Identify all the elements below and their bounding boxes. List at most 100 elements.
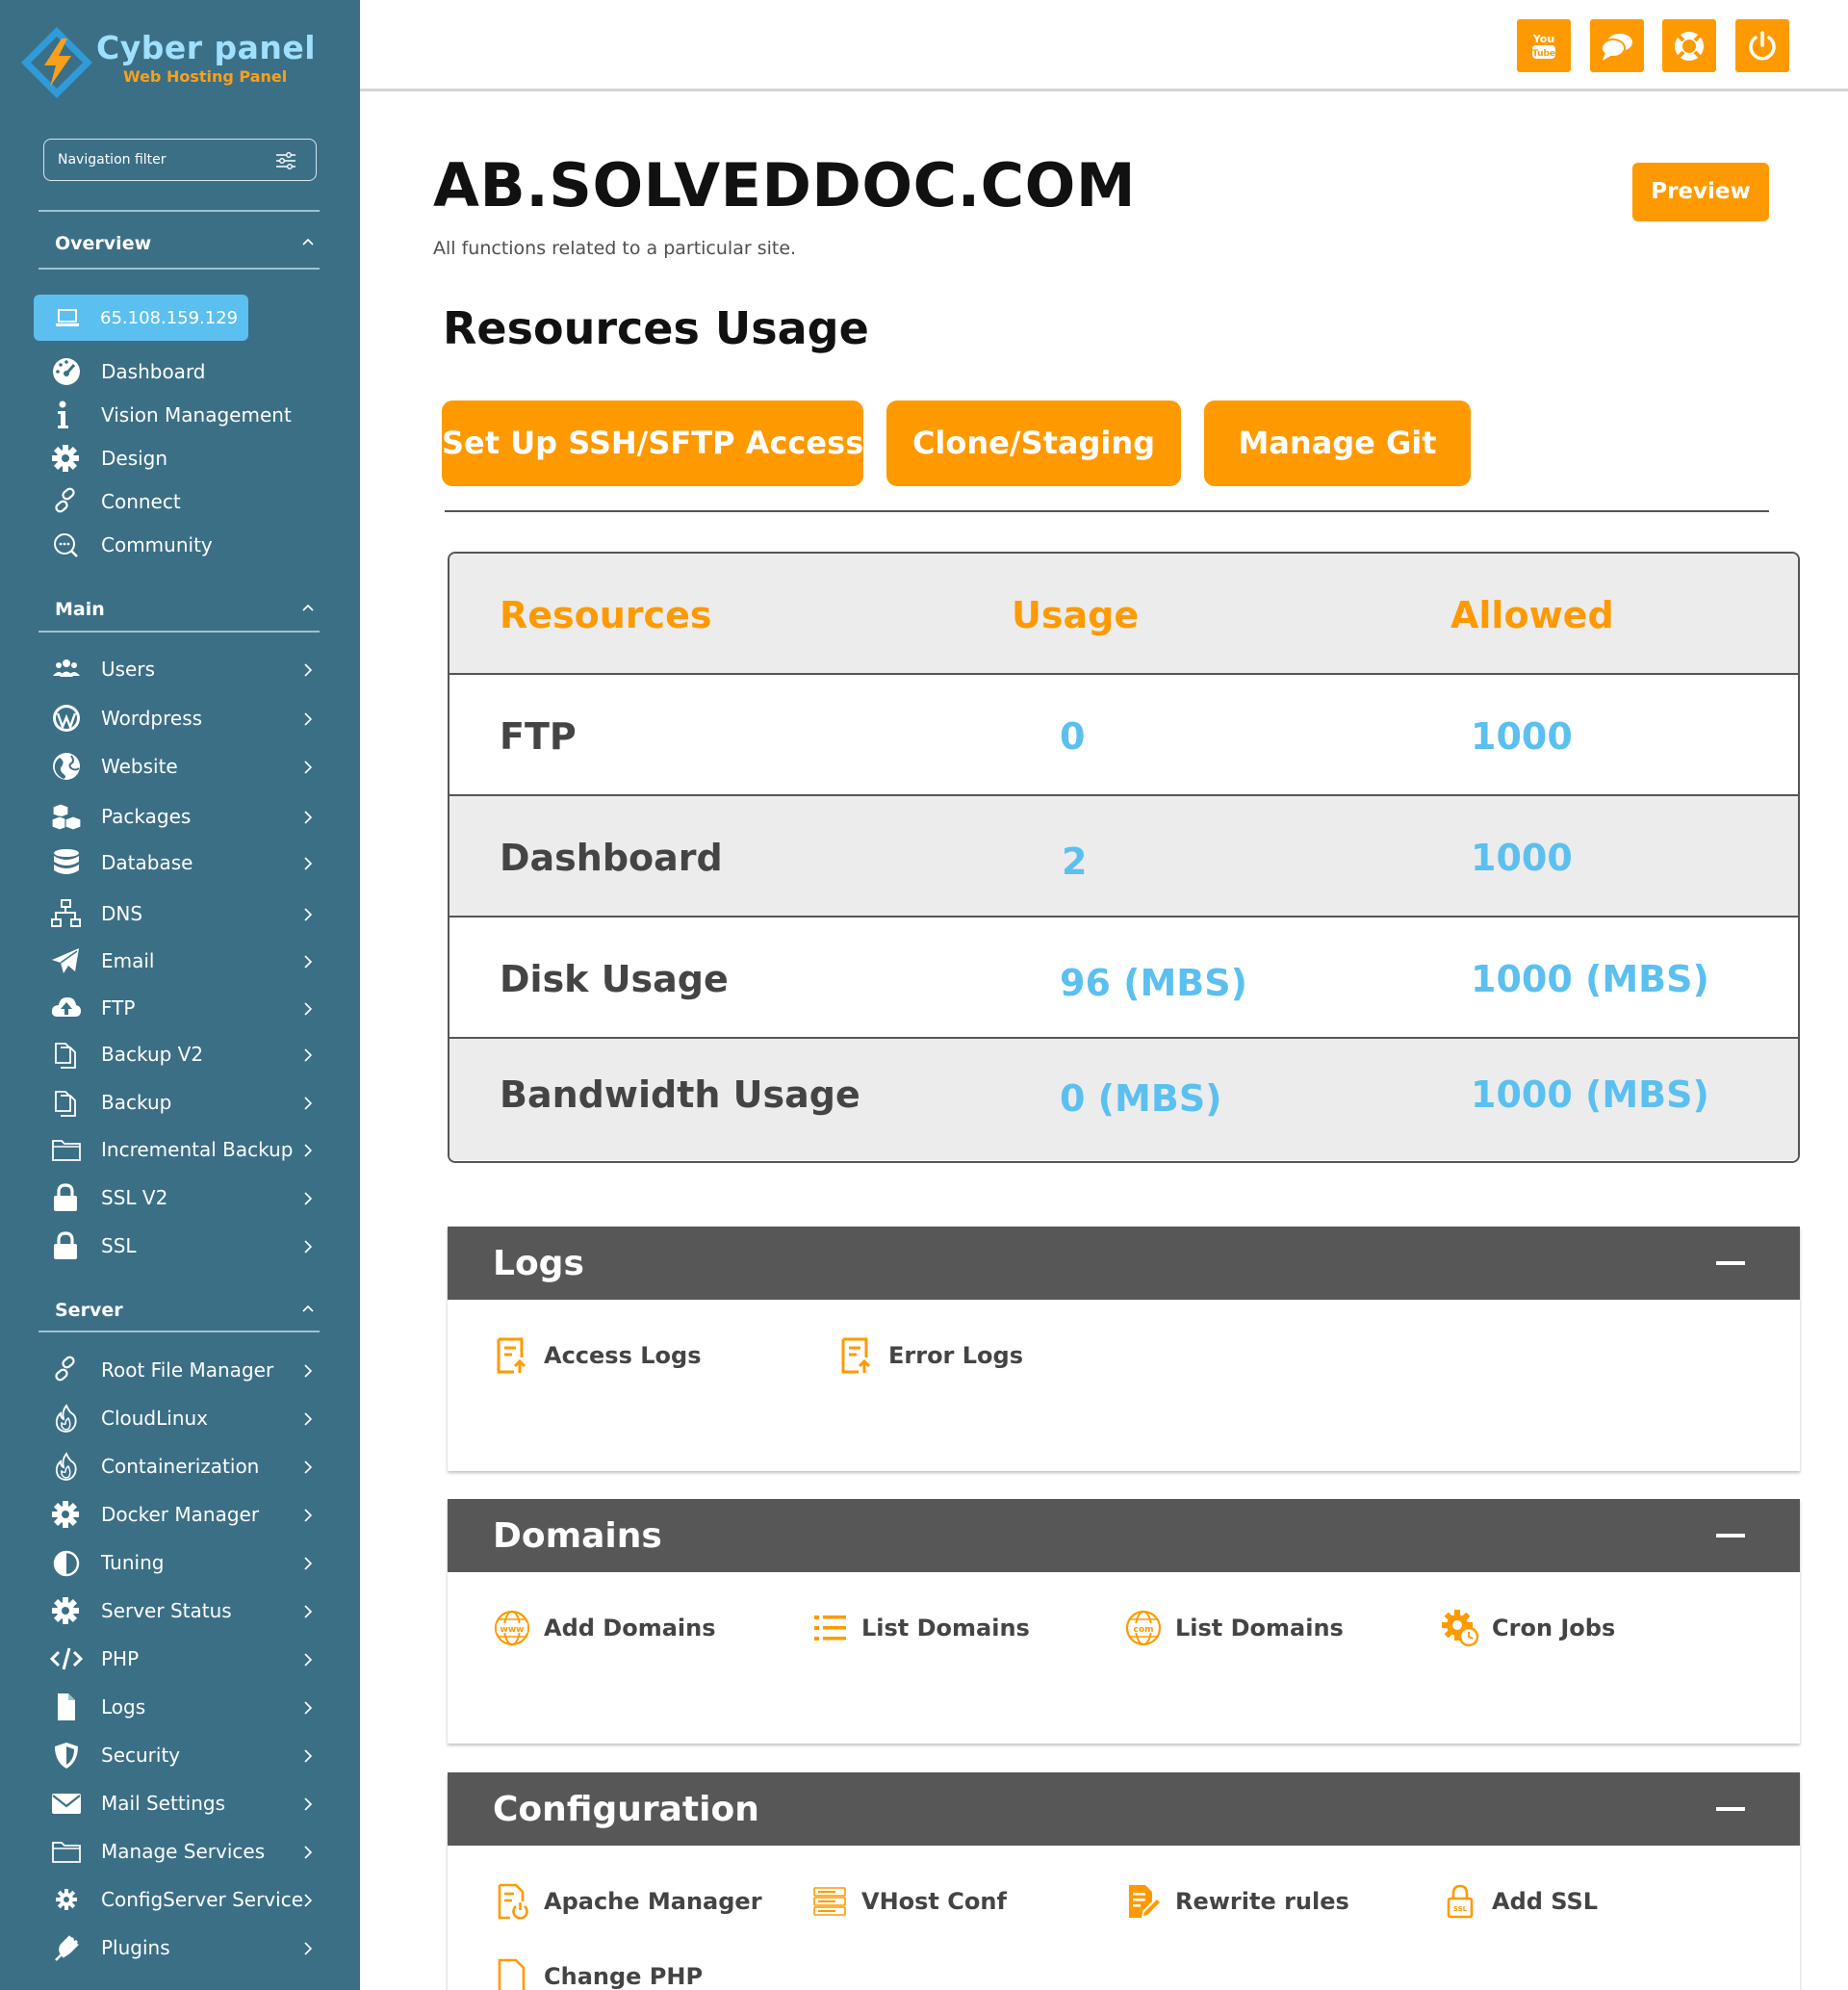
sidebar-item-wordpress[interactable]: Wordpress bbox=[50, 700, 329, 735]
sidebar-item-manage-services[interactable]: Manage Services bbox=[50, 1833, 329, 1868]
resource-name: Disk Usage bbox=[500, 958, 729, 1000]
lifebuoy-icon bbox=[1675, 32, 1704, 61]
sidebar-item-ssl-v2[interactable]: SSL V2 bbox=[50, 1179, 329, 1214]
manage-git-button[interactable]: Manage Git bbox=[1204, 401, 1471, 486]
sidebar-item-packages[interactable]: Packages bbox=[50, 798, 329, 833]
table-header-row: Resources Usage Allowed bbox=[449, 554, 1798, 675]
sidebar-item-php[interactable]: PHP bbox=[50, 1641, 329, 1675]
sidebar-item-community[interactable]: Community bbox=[50, 527, 329, 561]
chevron-up-icon[interactable] bbox=[301, 237, 315, 246]
navigation-filter-input[interactable]: Navigation filter bbox=[43, 139, 317, 181]
sidebar-item-vision-management[interactable]: Vision Management bbox=[50, 397, 329, 431]
clone-staging-button[interactable]: Clone/Staging bbox=[886, 401, 1181, 486]
copy-icon bbox=[55, 1091, 76, 1117]
sidebar-item-label: Backup V2 bbox=[101, 1043, 204, 1066]
section-title-server[interactable]: Server bbox=[55, 1300, 123, 1321]
info-icon bbox=[58, 401, 68, 428]
resource-allowed: 1000 bbox=[1471, 837, 1573, 879]
sidebar-item-database[interactable]: Database bbox=[50, 844, 329, 879]
error-logs-label: Error Logs bbox=[888, 1342, 1023, 1369]
sidebar-item-security[interactable]: Security bbox=[50, 1737, 329, 1771]
sidebar-item-label: Plugins bbox=[101, 1936, 170, 1959]
sidebar-item-connect[interactable]: Connect bbox=[50, 483, 329, 518]
sidebar-item-root-file-manager[interactable]: Root File Manager bbox=[50, 1352, 329, 1386]
sidebar-item-label: Manage Services bbox=[101, 1840, 266, 1863]
sidebar-item-email[interactable]: Email bbox=[50, 943, 329, 977]
sidebar-item-server-status[interactable]: Server Status bbox=[50, 1592, 329, 1627]
sidebar-item-incremental-backup[interactable]: Incremental Backup bbox=[50, 1131, 329, 1166]
sidebar-item-dns[interactable]: DNS bbox=[50, 895, 329, 930]
logout-button[interactable] bbox=[1735, 19, 1789, 72]
sidebar-item-label: Containerization bbox=[101, 1455, 260, 1478]
section-divider bbox=[38, 268, 320, 270]
sidebar-item-website[interactable]: Website bbox=[50, 748, 329, 783]
cog-icon bbox=[56, 1889, 77, 1910]
list-domains-label: List Domains bbox=[861, 1615, 1030, 1641]
globe-icon bbox=[53, 753, 80, 780]
collapse-icon[interactable] bbox=[1716, 1534, 1745, 1538]
chevron-right-icon bbox=[304, 908, 313, 921]
youtube-button[interactable]: You Tube bbox=[1517, 19, 1571, 72]
sidebar-item-mail-settings[interactable]: Mail Settings bbox=[50, 1785, 329, 1820]
sidebar-item-backup-v2[interactable]: Backup V2 bbox=[50, 1036, 329, 1071]
cron-jobs-label: Cron Jobs bbox=[1492, 1615, 1616, 1641]
sidebar-item-dashboard[interactable]: Dashboard bbox=[50, 353, 329, 388]
panel-title: Domains bbox=[493, 1516, 662, 1556]
sidebar-item-ssl[interactable]: SSL bbox=[50, 1228, 329, 1262]
sidebar-item-label: Wordpress bbox=[101, 707, 203, 730]
sidebar-item-configserver-service[interactable]: ConfigServer Service bbox=[50, 1881, 329, 1916]
section-title-overview[interactable]: Overview bbox=[55, 233, 151, 254]
chevron-up-icon[interactable] bbox=[301, 1304, 315, 1313]
sidebar-item-containerization[interactable]: Containerization bbox=[50, 1448, 329, 1483]
gear-clock-icon bbox=[1442, 1610, 1479, 1647]
chevron-right-icon bbox=[304, 1364, 313, 1378]
resource-allowed: 1000 (MBS) bbox=[1471, 958, 1709, 1000]
chevron-right-icon bbox=[304, 811, 313, 824]
chevron-up-icon[interactable] bbox=[301, 603, 315, 612]
svg-text:Tube: Tube bbox=[1532, 49, 1555, 59]
resource-name: FTP bbox=[500, 715, 577, 758]
domains-panel: Domains www Add Domains List Domains com… bbox=[448, 1499, 1800, 1744]
section-title-main[interactable]: Main bbox=[55, 599, 105, 620]
panel-title: Logs bbox=[493, 1244, 584, 1283]
sidebar-item-docker-manager[interactable]: Docker Manager bbox=[50, 1496, 329, 1531]
sidebar-item-label: Logs bbox=[101, 1695, 146, 1719]
sidebar-item-logs[interactable]: Logs bbox=[50, 1689, 329, 1723]
sidebar-item-plugins[interactable]: Plugins bbox=[50, 1929, 329, 1964]
ssh-sftp-access-button[interactable]: Set Up SSH/SFTP Access bbox=[442, 401, 863, 486]
sidebar-item-label: Mail Settings bbox=[101, 1792, 226, 1815]
sidebar-item-backup[interactable]: Backup bbox=[50, 1084, 329, 1119]
sidebar-item-cloudlinux[interactable]: CloudLinux bbox=[50, 1400, 329, 1434]
chevron-right-icon bbox=[304, 1797, 313, 1811]
sidebar-item-label: Incremental Backup bbox=[101, 1138, 294, 1161]
database-icon bbox=[54, 849, 79, 874]
server-icon bbox=[813, 1887, 846, 1916]
collapse-icon[interactable] bbox=[1716, 1261, 1745, 1265]
support-button[interactable] bbox=[1662, 19, 1716, 72]
page-title: AB.SOLVEDDOC.COM bbox=[433, 150, 1137, 220]
sidebar-item-label: Vision Management bbox=[101, 403, 292, 426]
svg-text:com: com bbox=[1134, 1625, 1154, 1635]
preview-button[interactable]: Preview bbox=[1632, 163, 1769, 221]
section-divider bbox=[38, 631, 320, 633]
sidebar-item-design[interactable]: Design bbox=[50, 440, 329, 475]
configuration-panel: Configuration Apache Manager VHost Conf … bbox=[448, 1772, 1800, 1990]
collapse-icon[interactable] bbox=[1716, 1807, 1745, 1811]
chat-button[interactable] bbox=[1590, 19, 1644, 72]
table-row: Disk Usage 96 (MBS) 1000 (MBS) bbox=[449, 917, 1798, 1039]
resources-table: Resources Usage Allowed FTP 0 1000 Dashb… bbox=[448, 552, 1800, 1163]
chevron-right-icon bbox=[304, 1653, 313, 1667]
chevron-right-icon bbox=[304, 1460, 313, 1474]
chevron-right-icon bbox=[304, 1509, 313, 1522]
sidebar-item-ftp[interactable]: FTP bbox=[50, 990, 329, 1024]
table-row: Dashboard 2 1000 bbox=[449, 796, 1798, 917]
server-ip-badge[interactable]: 65.108.159.129 bbox=[34, 295, 248, 341]
code-icon bbox=[50, 1647, 83, 1670]
chevron-right-icon bbox=[304, 1701, 313, 1715]
brand-logo[interactable]: Cyber panel Web Hosting Panel bbox=[19, 25, 346, 102]
fire-icon bbox=[55, 1452, 77, 1481]
server-ip-label: 65.108.159.129 bbox=[100, 308, 239, 328]
sidebar-item-users[interactable]: Users bbox=[50, 651, 329, 685]
sidebar-item-tuning[interactable]: Tuning bbox=[50, 1544, 329, 1579]
sidebar: Cyber panel Web Hosting Panel Navigation… bbox=[0, 0, 360, 1990]
